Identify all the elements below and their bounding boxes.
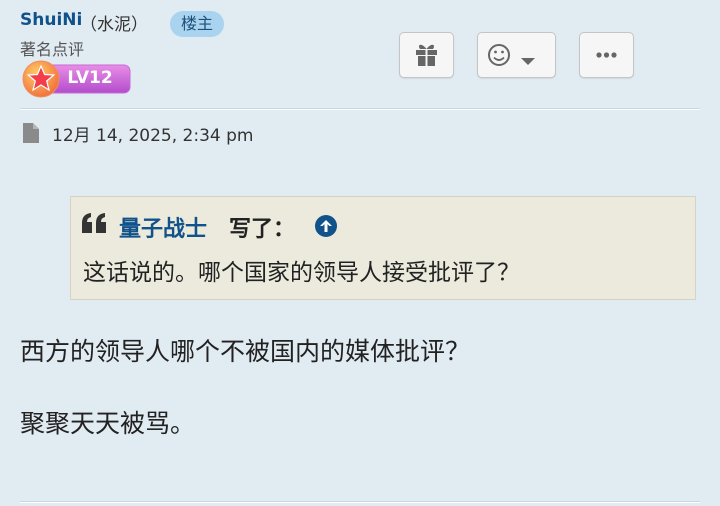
post-body-line: 聚聚天天被骂。 bbox=[20, 409, 196, 438]
document-icon bbox=[23, 123, 39, 143]
author-link[interactable]: ShuiNi bbox=[20, 10, 82, 30]
reaction-button[interactable] bbox=[477, 32, 556, 78]
more-options-button[interactable] bbox=[579, 32, 634, 78]
smiley-icon bbox=[488, 44, 535, 66]
level-badge: LV12 bbox=[22, 60, 132, 100]
quote-icon bbox=[82, 213, 106, 233]
gift-icon bbox=[416, 44, 437, 66]
ellipsis-icon bbox=[596, 52, 617, 58]
header-divider bbox=[20, 108, 700, 110]
post-body-line: 西方的领导人哪个不被国内的媒体批评？ bbox=[20, 337, 471, 366]
quote-text: 这话说的。哪个国家的领导人接受批评了？ bbox=[83, 260, 520, 286]
chevron-down-icon bbox=[521, 58, 535, 65]
quote-wrote-label: 写了： bbox=[229, 217, 296, 242]
op-badge: 楼主 bbox=[170, 11, 225, 37]
level-text: LV12 bbox=[67, 68, 113, 88]
gift-button[interactable] bbox=[399, 32, 454, 78]
user-rank: 著名点评 bbox=[20, 40, 85, 59]
arrow-up-circle-icon[interactable] bbox=[314, 214, 338, 238]
quote-author-link[interactable]: 量子战士 bbox=[119, 211, 207, 243]
author-nickname: （水泥） bbox=[80, 15, 148, 35]
quote-block: 量子战士 写了： 这话说的。哪个国家的领导人接受批评了？ bbox=[70, 196, 696, 300]
footer-divider bbox=[20, 501, 700, 503]
post-date: 12月 14, 2025, 2:34 pm bbox=[52, 126, 254, 146]
